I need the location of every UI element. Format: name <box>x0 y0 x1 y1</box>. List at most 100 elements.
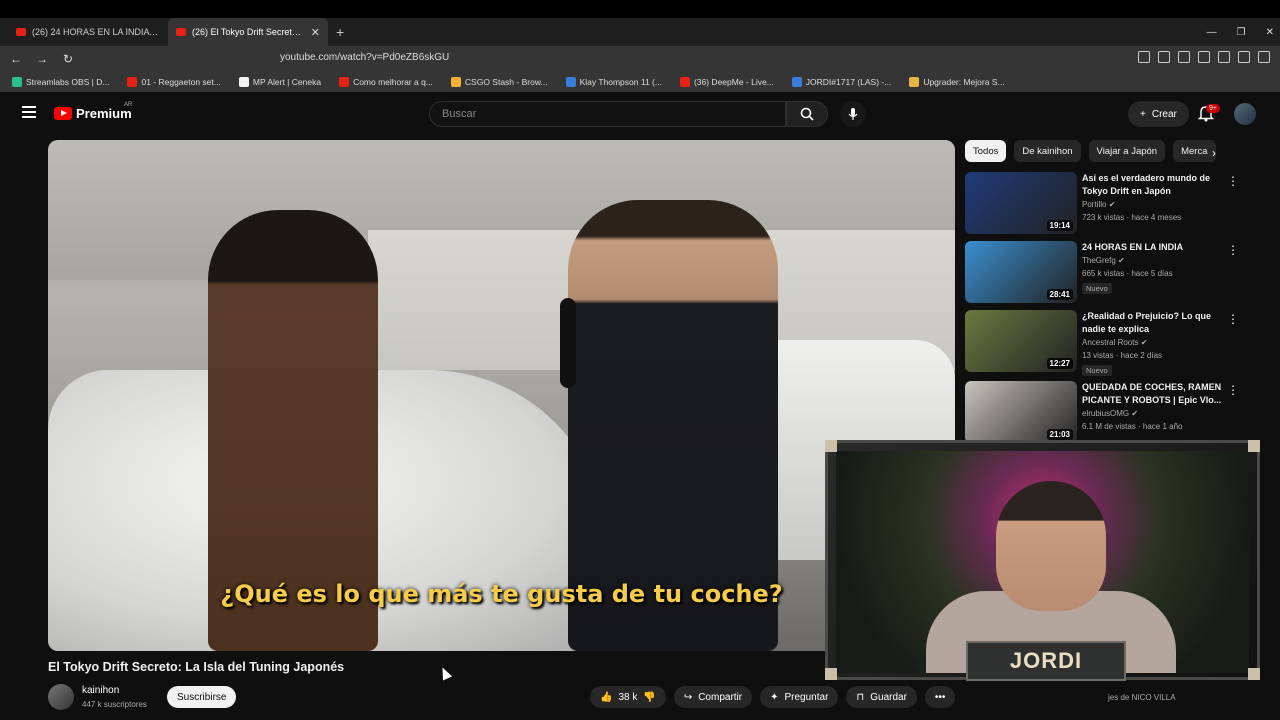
bookmark-item[interactable]: 01 - Reggaeton set... <box>127 77 221 87</box>
recommendation-text: QUEDADA DE COCHES, RAMEN PICANTE Y ROBOT… <box>1082 381 1222 431</box>
subscribe-button[interactable]: Suscribirse <box>167 686 237 708</box>
recommendation-channel[interactable]: Portillo ✔ <box>1082 200 1222 209</box>
avatar[interactable] <box>1234 103 1256 125</box>
share-label: Compartir <box>698 691 743 703</box>
like-count: 38 k <box>618 691 638 703</box>
video-actions: 👍 38 k 👎 ↪ Compartir ✦ Preguntar ⊓ Guard… <box>590 686 956 708</box>
recommendation-channel[interactable]: elrubiusOMG ✔ <box>1082 409 1222 418</box>
thumbs-down-icon[interactable]: 👎 <box>643 692 655 703</box>
video-thumbnail[interactable]: 28:41 <box>965 241 1077 303</box>
recommendation-text: ¿Realidad o Prejuicio? Lo que nadie te e… <box>1082 310 1222 378</box>
mouse-cursor-icon <box>437 665 453 681</box>
url-field[interactable]: youtube.com/watch?v=Pd0eZB6skGU <box>280 52 449 63</box>
recommendation-title[interactable]: ¿Realidad o Prejuicio? Lo que nadie te e… <box>1082 310 1222 336</box>
youtube-logo[interactable]: Premium AR <box>54 102 132 121</box>
back-icon[interactable]: ← <box>6 52 26 66</box>
menu-icon[interactable] <box>22 106 36 121</box>
recommended-video[interactable]: 19:14 Así es el verdadero mundo de Tokyo … <box>965 172 1265 236</box>
bookmark-favicon-icon <box>450 77 461 87</box>
share-button[interactable]: ↪ Compartir <box>673 686 753 708</box>
browser-tab[interactable]: (26) 24 HORAS EN LA INDIA - YouTube <box>8 18 168 46</box>
maximize-icon[interactable]: ❐ <box>1237 27 1246 38</box>
extension-icon[interactable] <box>1198 51 1210 63</box>
recommendation-meta: 665 k vistas · hace 5 días <box>1082 269 1173 278</box>
minimize-icon[interactable]: — <box>1207 27 1217 38</box>
bookmark-favicon-icon <box>339 77 350 87</box>
notification-badge: 9+ <box>1206 104 1220 113</box>
chip-from-channel[interactable]: De kainihon <box>1014 140 1081 162</box>
channel-avatar[interactable] <box>48 684 74 710</box>
bookmark-item[interactable]: Streamlabs OBS | D... <box>12 77 109 87</box>
bookmark-item[interactable]: MP Alert | Ceneka <box>238 77 321 87</box>
video-player[interactable]: ¿Qué es lo que más te gusta de tu coche? <box>48 140 955 651</box>
new-tab-icon[interactable]: + <box>336 24 344 40</box>
recommendation-title[interactable]: Así es el verdadero mundo de Tokyo Drift… <box>1082 172 1222 198</box>
verified-icon: ✔ <box>1108 200 1116 209</box>
channel-name[interactable]: kainihon <box>82 685 147 696</box>
recommended-video[interactable]: 12:27 ¿Realidad o Prejuicio? Lo que nadie… <box>965 310 1265 376</box>
video-thumbnail[interactable]: 12:27 <box>965 310 1077 372</box>
like-button[interactable]: 👍 38 k 👎 <box>590 686 666 708</box>
more-options-icon[interactable]: ⋮ <box>1227 383 1239 397</box>
close-tab-icon[interactable]: ✕ <box>311 26 320 39</box>
create-button[interactable]: + Crear <box>1128 101 1189 127</box>
search-input[interactable]: Buscar <box>429 101 786 127</box>
chevron-right-icon[interactable]: › <box>1212 146 1216 160</box>
video-thumbnail[interactable]: 19:14 <box>965 172 1077 234</box>
recommendation-title[interactable]: QUEDADA DE COCHES, RAMEN PICANTE Y ROBOT… <box>1082 381 1222 407</box>
recommended-video[interactable]: 28:41 24 HORAS EN LA INDIA TheGrefg ✔ 665 k… <box>965 241 1265 305</box>
video-subtitle: ¿Qué es lo que más te gusta de tu coche? <box>220 580 783 608</box>
reload-icon[interactable]: ↻ <box>58 52 78 66</box>
bookmark-item[interactable]: Klay Thompson 11 (... <box>565 77 662 87</box>
filter-chips: Todos De kainihon Viajar a Japón Merca <box>965 140 1216 162</box>
bookmark-label: CSGO Stash - Brow... <box>464 77 548 87</box>
extension-icon[interactable] <box>1158 51 1170 63</box>
extension-icon[interactable] <box>1138 51 1150 63</box>
thumbs-up-icon: 👍 <box>600 691 613 703</box>
recommendation-title[interactable]: 24 HORAS EN LA INDIA <box>1082 241 1222 254</box>
more-actions-button[interactable]: ••• <box>924 686 956 708</box>
extension-icon[interactable] <box>1178 51 1190 63</box>
recommended-video[interactable]: 21:03 QUEDADA DE COCHES, RAMEN PICANTE Y … <box>965 381 1265 445</box>
subscriber-count: 447 k suscriptores <box>82 700 147 709</box>
bookmark-icon: ⊓ <box>856 691 865 703</box>
more-options-icon[interactable]: ⋮ <box>1227 312 1239 326</box>
recommendation-channel[interactable]: TheGrefg ✔ <box>1082 256 1222 265</box>
browser-tab-active[interactable]: (26) El Tokyo Drift Secreto: La ✕ <box>168 18 328 46</box>
extension-icon[interactable] <box>1218 51 1230 63</box>
bookmark-item[interactable]: JORDI#1717 (LAS) -... <box>791 77 891 87</box>
create-label: Crear <box>1151 108 1177 120</box>
window-controls: — ❐ ✕ <box>1207 18 1274 46</box>
webcam-feed <box>836 451 1249 673</box>
chip-more[interactable]: Merca <box>1173 140 1216 162</box>
voice-search-button[interactable] <box>840 101 866 127</box>
bookmark-item[interactable]: CSGO Stash - Brow... <box>450 77 548 87</box>
new-badge: Nuevo <box>1082 365 1112 376</box>
close-window-icon[interactable]: ✕ <box>1266 27 1274 38</box>
frame-corner <box>1248 440 1260 452</box>
recommendation-meta: 6.1 M de vistas · hace 1 año <box>1082 422 1183 431</box>
save-button[interactable]: ⊓ Guardar <box>846 686 917 708</box>
more-options-icon[interactable]: ⋮ <box>1227 174 1239 188</box>
bookmark-item[interactable]: Upgrader: Mejora S... <box>909 77 1005 87</box>
microphone-icon <box>848 108 858 120</box>
more-options-icon[interactable]: ⋮ <box>1227 243 1239 257</box>
plus-icon: + <box>1140 108 1146 120</box>
extension-icon[interactable] <box>1238 51 1250 63</box>
chip-all[interactable]: Todos <box>965 140 1007 162</box>
video-thumbnail[interactable]: 21:03 <box>965 381 1077 443</box>
bookmark-label: Upgrader: Mejora S... <box>923 77 1005 87</box>
search-button[interactable] <box>786 101 828 127</box>
forward-icon[interactable]: → <box>32 52 52 66</box>
bookmark-item[interactable]: (36) DeepMe - Live... <box>679 77 774 87</box>
country-code: AR <box>124 102 133 108</box>
recommendation-channel[interactable]: Ancestral Roots ✔ <box>1082 338 1222 347</box>
frame-corner <box>825 440 837 452</box>
extension-icon[interactable] <box>1258 51 1270 63</box>
chip-travel-japan[interactable]: Viajar a Japón <box>1088 140 1166 162</box>
ask-button[interactable]: ✦ Preguntar <box>760 686 839 708</box>
bookmark-label: Klay Thompson 11 (... <box>579 77 662 87</box>
verified-icon: ✔ <box>1140 338 1148 347</box>
bookmark-item[interactable]: Como melhorar a q... <box>339 77 433 87</box>
search-icon <box>800 107 814 121</box>
